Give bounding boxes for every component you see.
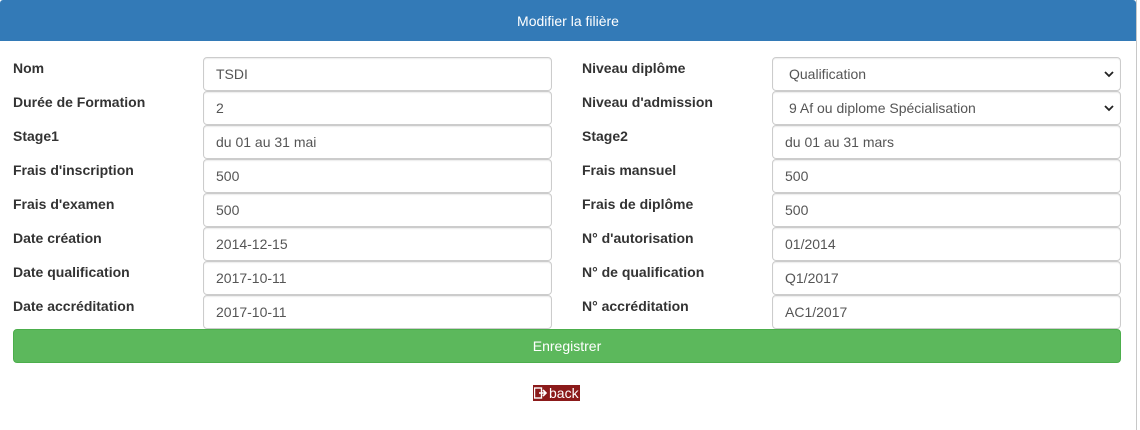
date-qualification-label: Date qualification <box>13 264 130 280</box>
num-autorisation-input[interactable] <box>772 227 1121 261</box>
page-title: Modifier la filière <box>517 12 619 29</box>
duree-formation-label: Durée de Formation <box>13 94 146 110</box>
frais-diplome-input[interactable] <box>772 193 1121 227</box>
niveau-diplome-select-wrap[interactable]: Qualification <box>772 57 1121 91</box>
frais-examen-label: Frais d'examen <box>13 196 115 212</box>
niveau-admission-label: Niveau d'admission <box>582 94 713 110</box>
back-link[interactable]: back <box>533 385 580 401</box>
niveau-diplome-label: Niveau diplôme <box>582 60 686 76</box>
stage1-input[interactable] <box>203 125 552 159</box>
date-accreditation-input[interactable] <box>203 295 552 329</box>
frais-diplome-label: Frais de diplôme <box>582 196 694 212</box>
date-creation-label: Date création <box>13 230 102 246</box>
num-accreditation-input[interactable] <box>772 295 1121 329</box>
niveau-admission-select[interactable]: 9 Af ou diplome Spécialisation <box>772 91 1121 125</box>
edit-filiere-panel: Modifier la filière Nom Durée de Formati… <box>0 0 1137 430</box>
panel-heading: Modifier la filière <box>0 0 1136 41</box>
stage2-label: Stage2 <box>582 128 628 144</box>
nom-input[interactable] <box>203 57 552 91</box>
date-qualification-input[interactable] <box>203 261 552 295</box>
num-qualification-input[interactable] <box>772 261 1121 295</box>
stage2-input[interactable] <box>772 125 1121 159</box>
save-button[interactable]: Enregistrer <box>13 329 1121 363</box>
frais-mansuel-label: Frais mansuel <box>582 162 677 178</box>
frais-inscription-input[interactable] <box>203 159 552 193</box>
date-accreditation-label: Date accréditation <box>13 298 135 314</box>
num-autorisation-label: N° d'autorisation <box>582 230 694 246</box>
niveau-admission-select-wrap[interactable]: 9 Af ou diplome Spécialisation <box>772 91 1121 125</box>
stage1-label: Stage1 <box>13 128 59 144</box>
back-label: back <box>549 385 579 401</box>
frais-inscription-label: Frais d'inscription <box>13 162 134 178</box>
frais-mansuel-input[interactable] <box>772 159 1121 193</box>
sign-out-icon <box>534 387 548 399</box>
num-accreditation-label: N° accréditation <box>582 298 689 314</box>
date-creation-input[interactable] <box>203 227 552 261</box>
frais-examen-input[interactable] <box>203 193 552 227</box>
nom-label: Nom <box>13 60 45 76</box>
niveau-diplome-select[interactable]: Qualification <box>772 57 1121 91</box>
num-qualification-label: N° de qualification <box>582 264 705 280</box>
duree-formation-input[interactable] <box>203 91 552 125</box>
